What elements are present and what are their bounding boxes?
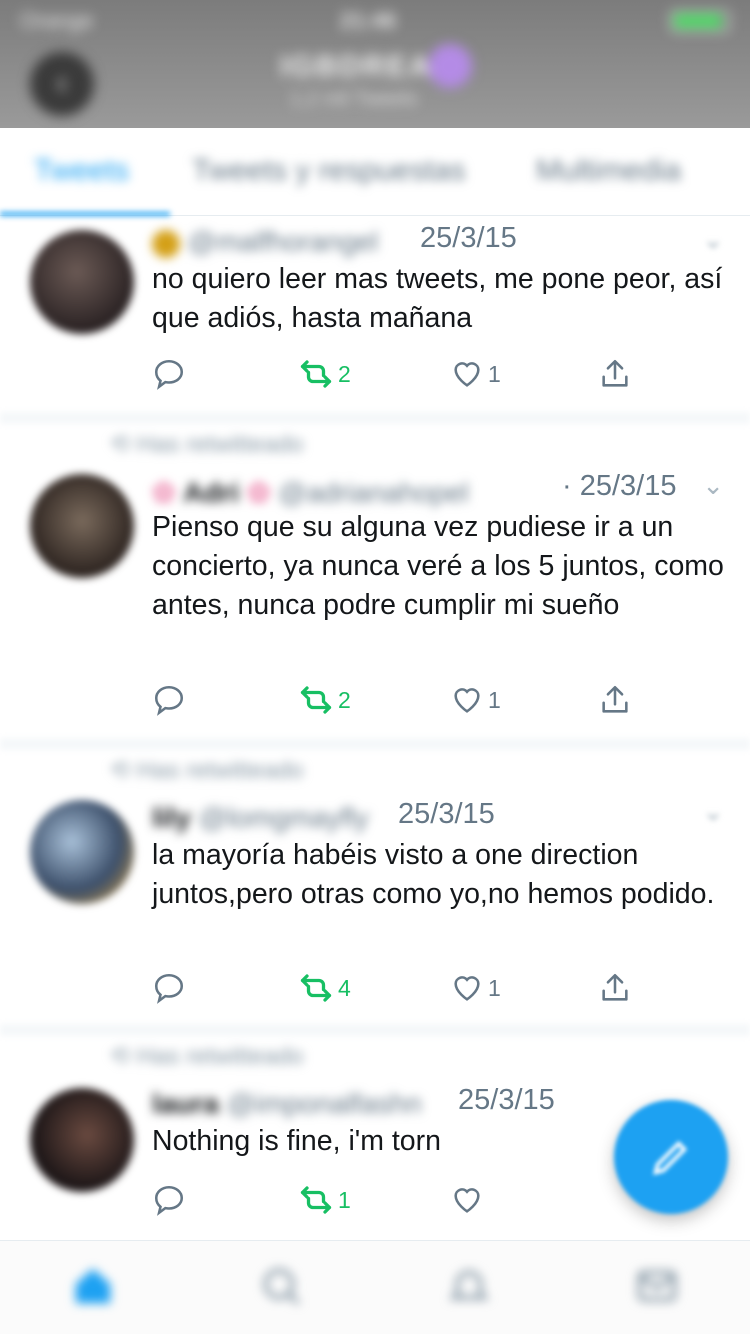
retweet-context: ⟲ Has retwitteado: [110, 757, 304, 784]
retweet-icon: [300, 360, 332, 388]
tab-tweets-and-replies[interactable]: Tweets y respuestas: [192, 154, 465, 188]
retweet-context: ⟲ Has retwitteado: [110, 431, 304, 458]
search-icon[interactable]: [258, 1263, 304, 1309]
retweet-context-label: Has retwitteado: [136, 431, 304, 458]
retweet-button[interactable]: 1: [298, 1180, 351, 1220]
reply-button[interactable]: [152, 968, 186, 1008]
profile-tabs: Tweets Tweets y respuestas Multimedia: [0, 128, 750, 216]
like-button[interactable]: 1: [450, 968, 501, 1008]
chevron-down-icon[interactable]: ⌄: [702, 224, 724, 255]
tab-media[interactable]: Multimedia: [536, 154, 681, 188]
share-button[interactable]: [598, 680, 632, 720]
retweet-icon: [300, 686, 332, 714]
heart-icon: [454, 1188, 480, 1213]
tweet-date: 25/3/15: [414, 222, 523, 255]
share-icon: [602, 685, 628, 713]
retweet-icon: [300, 974, 332, 1002]
retweet-context: ⟲ Has retwitteado: [110, 1043, 304, 1070]
active-tab-indicator: [0, 212, 170, 216]
retweet-count: 2: [338, 686, 351, 713]
author-name: lily: [152, 802, 191, 833]
like-button[interactable]: 1: [450, 680, 501, 720]
reply-icon: [154, 359, 184, 390]
tweet-date: 25/3/15: [452, 1084, 561, 1117]
status-bar: Orange 21:46: [0, 0, 750, 40]
retweet-button[interactable]: 4: [298, 968, 351, 1008]
divider: [0, 412, 750, 424]
heart-icon: [454, 976, 480, 1001]
retweet-icon: [300, 1186, 332, 1214]
retweet-button[interactable]: 2: [298, 354, 351, 394]
share-button[interactable]: [598, 354, 632, 394]
badge-icon: [428, 44, 472, 88]
reply-icon: [154, 1185, 184, 1216]
clock: 21:46: [340, 8, 397, 33]
profile-header: Orange 21:46 ‹ IGBDREA 1,2 mil Tweets: [0, 0, 750, 128]
retweet-context-label: Has retwitteado: [136, 757, 304, 784]
profile-name: IGBDREA: [280, 50, 433, 83]
chevron-down-icon[interactable]: ⌄: [702, 796, 724, 827]
tweet-actions: 4 1: [152, 968, 712, 1008]
share-button[interactable]: [598, 968, 632, 1008]
retweet-button[interactable]: 2: [298, 680, 351, 720]
avatar[interactable]: [30, 230, 134, 334]
author-handle: @lomgmayfly: [198, 802, 369, 833]
retweet-count: 4: [338, 974, 351, 1001]
avatar[interactable]: [30, 1088, 134, 1192]
author-name: laura: [152, 1088, 219, 1119]
tweet-actions: 2 1: [152, 680, 712, 720]
tweet-author[interactable]: laura @imponalfashn: [152, 1088, 422, 1120]
avatar[interactable]: [30, 800, 134, 904]
retweet-count: 2: [338, 360, 351, 387]
reply-icon: [154, 685, 184, 716]
tweet-actions: 2 1: [152, 354, 712, 394]
battery-icon: [670, 10, 730, 32]
reply-button[interactable]: [152, 1180, 186, 1220]
tweet-author[interactable]: lily @lomgmayfly: [152, 802, 369, 834]
tweet-author[interactable]: ✿ Adri ✿ @adrianahopel: [152, 476, 469, 509]
retweet-count: 1: [338, 1186, 351, 1213]
chevron-down-icon[interactable]: ⌄: [702, 470, 724, 501]
like-count: 1: [488, 686, 501, 713]
tweet-count: 1,2 mil Tweets: [290, 88, 418, 110]
author-name: Adri: [183, 477, 240, 508]
notifications-icon[interactable]: [446, 1263, 492, 1309]
back-button[interactable]: ‹: [30, 52, 94, 116]
like-count: 1: [488, 360, 501, 387]
tweet-text: no quiero leer mas tweets, me pone peor,…: [152, 263, 723, 334]
share-icon: [602, 359, 628, 387]
bottom-nav: [0, 1240, 750, 1334]
compose-icon: [653, 1140, 688, 1175]
author-handle: @imponalfashn: [226, 1088, 422, 1119]
tab-tweets[interactable]: Tweets: [34, 154, 129, 188]
reply-icon: [154, 973, 184, 1004]
tweet-date: 25/3/15: [392, 798, 501, 831]
flower-icon: ✿: [247, 477, 271, 508]
tweet-author[interactable]: @malfhorangel: [152, 226, 378, 258]
tweet-date: · 25/3/15: [556, 470, 683, 503]
messages-icon[interactable]: [634, 1263, 680, 1309]
home-icon[interactable]: [70, 1263, 116, 1309]
carrier-label: Orange: [20, 8, 94, 33]
like-button[interactable]: 1: [450, 354, 501, 394]
compose-tweet-button[interactable]: [614, 1100, 728, 1214]
emoji-icon: [152, 229, 180, 258]
like-count: 1: [488, 974, 501, 1001]
heart-icon: [454, 362, 480, 387]
heart-icon: [454, 688, 480, 713]
divider: [0, 1024, 750, 1036]
tweet-text: Pienso que su alguna vez pudiese ir a un…: [152, 511, 724, 621]
author-handle: @adrianahopel: [278, 477, 469, 508]
retweet-context-label: Has retwitteado: [136, 1043, 304, 1070]
reply-button[interactable]: [152, 680, 186, 720]
divider: [0, 738, 750, 750]
like-button[interactable]: [450, 1180, 488, 1220]
avatar[interactable]: [30, 474, 134, 578]
reply-button[interactable]: [152, 354, 186, 394]
author-handle: @malfhorangel: [187, 226, 379, 257]
share-icon: [602, 973, 628, 1001]
flower-icon: ✿: [152, 477, 176, 508]
tweet-text: la mayoría habéis visto a one direction …: [152, 839, 715, 910]
